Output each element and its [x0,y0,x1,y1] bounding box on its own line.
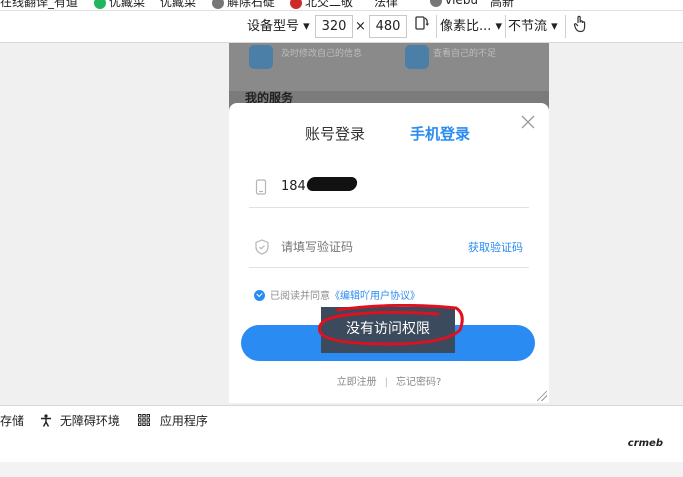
bookmark-item[interactable]: 优藏菜 [94,0,145,10]
devtools-lower-panel: crmeb [0,434,683,463]
register-link[interactable]: 立即注册 [337,377,377,388]
phone-icon [255,179,269,195]
toolbar-divider [565,15,566,38]
accessibility-icon [40,414,52,428]
agreement-row: 已阅读并同意《编辑吖用户协议》 [254,287,420,302]
applications-label: 应用程序 [159,414,208,428]
pixel-ratio-select[interactable]: 像素比... ▾ [440,15,504,38]
bookmark-icon [94,0,106,9]
forgot-password-link[interactable]: 忘记密码? [396,377,441,388]
background-service-item: 及时修改自己的信息 [249,43,379,91]
devtools-drawer-bar: 存储 无障碍环境 应用程序 [0,405,683,435]
login-modal: 账号登录 手机登录 184 获取验证码 已阅读并同意《编辑吖用户协议》 立即登录… [229,103,549,403]
background-service-item: 查看自己的不足 [405,43,535,91]
brand-logo: crmeb [627,438,663,449]
bookmark-icon [430,0,442,7]
throttle-select[interactable]: 不节流 ▾ [508,15,562,38]
tab-phone-login[interactable]: 手机登录 [410,123,470,144]
no-access-tooltip: 没有访问权限 [321,307,455,353]
grid-icon [138,414,150,428]
accessibility-label: 无障碍环境 [59,414,120,428]
device-toolbar: 设备型号 ▾ 320 × 480 像素比... ▾ 不节流 ▾ [0,11,683,43]
touch-hand-icon[interactable] [570,15,590,38]
close-icon[interactable] [521,115,537,131]
code-field: 获取验证码 [249,227,529,268]
bookmark-label: 解除石碇 [227,0,276,9]
bookmark-item[interactable]: 优藏菜 [160,0,196,10]
background-service-row: 及时修改自己的信息 查看自己的不足 [229,43,549,91]
bookmark-item[interactable]: 高新 [490,0,514,10]
applications-tab[interactable]: 应用程序 [138,412,208,429]
device-viewport: 及时修改自己的信息 查看自己的不足 我的服务 账号登录 手机登录 184 获取验… [229,43,549,403]
toolbar-divider [505,15,506,38]
bookmark-label: 法律 [374,0,399,9]
agree-text: 已阅读并同意 [270,291,330,302]
tab-account-login[interactable]: 账号登录 [305,123,365,144]
phone-field[interactable]: 184 [249,167,529,208]
bookmark-label: 在线翻译_有道 [0,0,79,9]
bookmark-label: vlebu [445,0,479,7]
link-separator: | [384,377,389,388]
bookmark-item[interactable]: vlebu [430,0,478,7]
rotate-icon[interactable] [412,15,432,38]
bottom-strip [0,462,683,477]
resize-handle-icon[interactable] [537,391,547,401]
get-code-button[interactable]: 获取验证码 [468,239,523,255]
phone-value: 184 [281,179,306,194]
bookmark-label: 优藏菜 [109,0,146,9]
bookmark-item[interactable]: 解除石碇 [212,0,275,10]
width-input[interactable]: 320 [315,15,353,38]
bookmarks-bar: 在线翻译_有道 优藏菜 优藏菜 解除石碇 北交二敬 法律 vlebu 高新 [0,0,683,11]
service-desc: 及时修改自己的信息 [281,49,363,59]
shield-icon [255,239,269,255]
code-input[interactable] [281,237,451,257]
bookmark-label: 优藏菜 [160,0,197,9]
bookmark-label: 高新 [490,0,515,9]
redaction-scribble [305,177,359,191]
profile-edit-icon [249,45,273,69]
bookmark-item[interactable]: 北交二敬 [290,0,353,10]
accessibility-tab[interactable]: 无障碍环境 [40,412,120,429]
agreement-link[interactable]: 《编辑吖用户协议》 [330,291,420,302]
service-desc: 查看自己的不足 [433,49,497,59]
agree-checkbox[interactable] [254,289,265,301]
report-icon [405,45,429,69]
bookmark-label: 北交二敬 [305,0,354,9]
dimension-separator: × [355,19,366,34]
device-select[interactable]: 设备型号 ▾ [241,15,313,38]
login-footer: 立即注册 | 忘记密码? [229,373,549,388]
bookmark-icon [212,0,224,9]
toolbar-divider [436,15,437,38]
bookmark-item[interactable]: 法律 [374,0,398,10]
height-input[interactable]: 480 [369,15,407,38]
storage-tab[interactable]: 存储 [0,412,24,429]
bookmark-icon [290,0,302,9]
bookmark-item[interactable]: 在线翻译_有道 [0,0,78,10]
